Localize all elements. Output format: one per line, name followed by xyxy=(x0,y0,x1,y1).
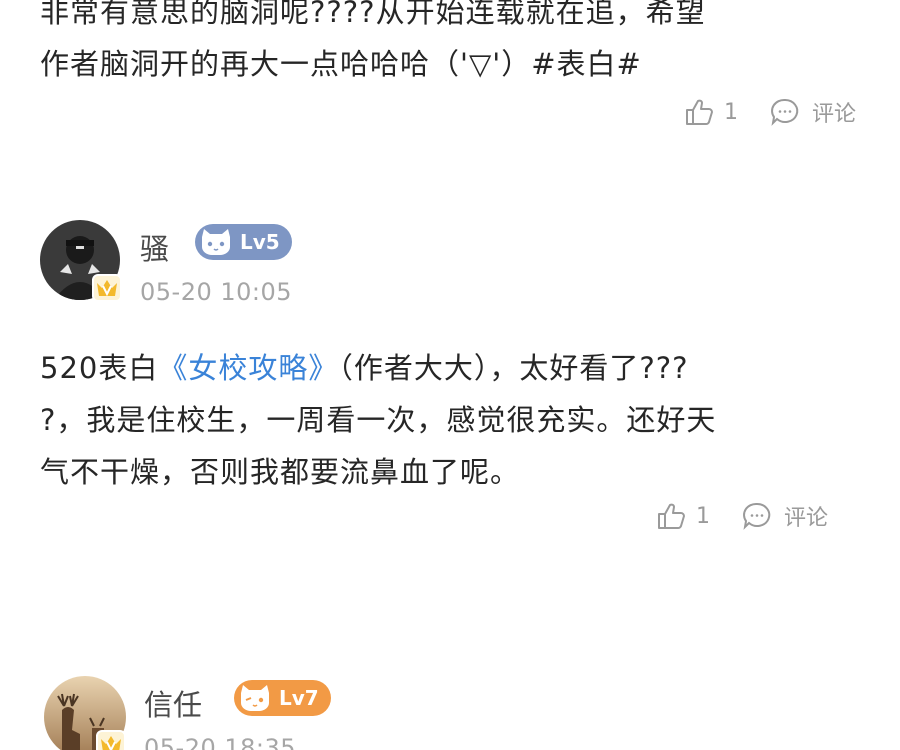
work-title-link[interactable]: 《女校攻略》 xyxy=(158,351,338,385)
vip-crown-badge-icon xyxy=(96,730,126,750)
level-badge: Lv7 xyxy=(234,680,331,716)
reply-label: 评论 xyxy=(784,506,829,531)
like-count: 1 xyxy=(696,503,710,529)
comment-feed: 非常有意思的脑洞呢????从开始连载就在追，希望 作者脑洞开的再大一点哈哈哈（'… xyxy=(0,0,900,750)
comment-line: 作者脑洞开的再大一点哈哈哈（'▽'）#表白# xyxy=(40,47,642,81)
like-button[interactable]: 1 xyxy=(684,97,738,127)
speech-bubble-icon xyxy=(771,98,799,126)
level-badge: Lv5 xyxy=(195,224,292,260)
comment-actions: 1 评论 xyxy=(684,96,856,128)
timestamp: 05-20 10:05 xyxy=(140,278,293,306)
timestamp: 05-20 18:35 xyxy=(144,734,297,750)
vip-crown-badge-icon xyxy=(92,274,122,302)
thumbs-up-icon xyxy=(686,99,713,125)
username[interactable]: 骚 xyxy=(140,226,169,268)
reply-button[interactable]: 评论 xyxy=(770,96,856,128)
cat-face-icon xyxy=(241,685,269,711)
username[interactable]: 信任 xyxy=(144,682,202,724)
reply-label: 评论 xyxy=(812,102,857,127)
comment-text: 520表白《女校攻略》（作者大大），太好看了??? ?，我是住校生，一周看一次，… xyxy=(40,342,716,498)
comment-line: 气不干燥，否则我都要流鼻血了呢。 xyxy=(40,455,521,489)
speech-bubble-icon xyxy=(743,502,771,530)
comment-line: 非常有意思的脑洞呢????从开始连载就在追，希望 xyxy=(40,0,706,29)
comment-text-rest: （作者大大），太好看了??? xyxy=(338,351,689,385)
comment-actions: 1 评论 xyxy=(656,500,828,532)
comment-author: 信任 Lv7 05-20 18:35 xyxy=(40,676,440,750)
like-count: 1 xyxy=(724,99,738,125)
comment-line: ?，我是住校生，一周看一次，感觉很充实。还好天 xyxy=(40,403,717,437)
comment-text: 非常有意思的脑洞呢????从开始连载就在追，希望 作者脑洞开的再大一点哈哈哈（'… xyxy=(40,0,706,90)
cat-face-icon xyxy=(202,229,230,255)
thumbs-up-icon xyxy=(658,503,685,529)
reply-button[interactable]: 评论 xyxy=(742,500,828,532)
like-button[interactable]: 1 xyxy=(656,501,710,531)
comment-author: 骚 Lv5 05-20 10:05 xyxy=(40,220,440,310)
level-text: Lv5 xyxy=(240,230,280,254)
comment-text-prefix: 520表白 xyxy=(40,351,159,385)
level-text: Lv7 xyxy=(279,686,319,710)
